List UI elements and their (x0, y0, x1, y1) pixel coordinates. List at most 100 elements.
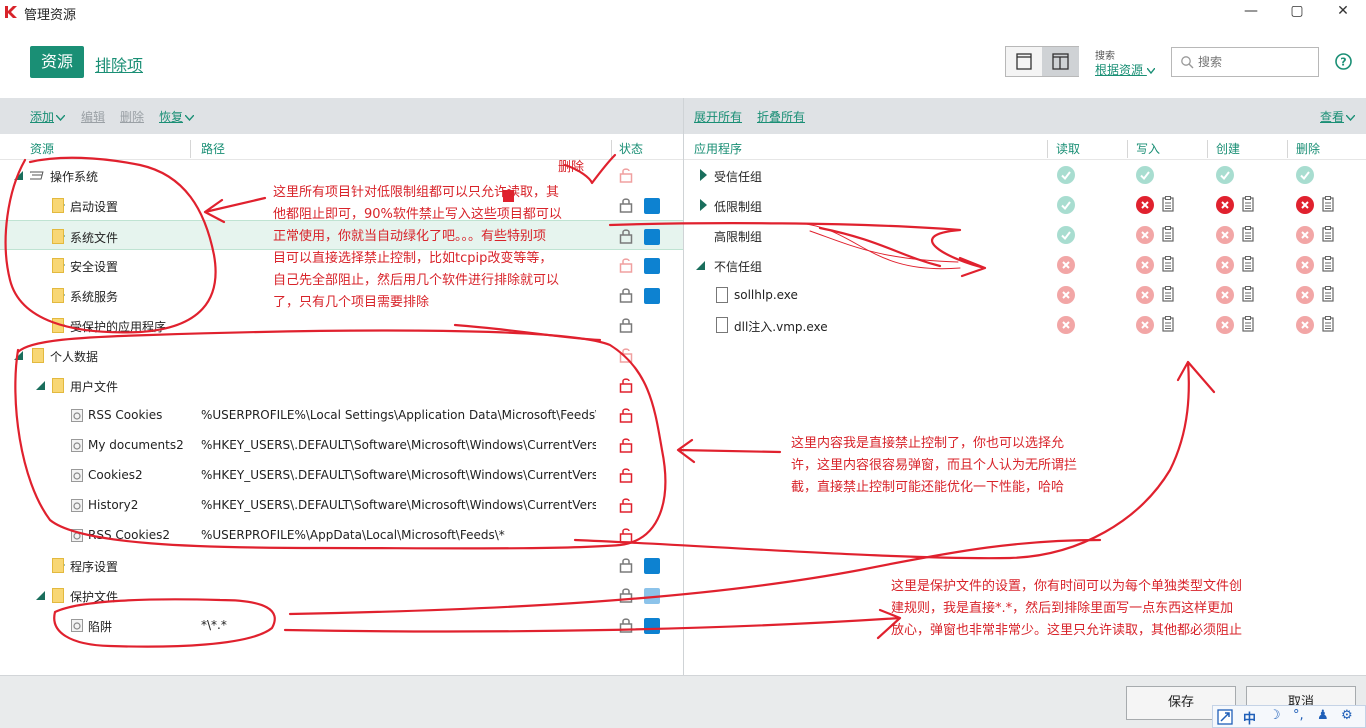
log-clipboard-icon[interactable] (1322, 286, 1334, 302)
allow-icon[interactable] (1216, 166, 1234, 184)
log-clipboard-icon[interactable] (1242, 196, 1254, 212)
deny-icon[interactable] (1296, 256, 1314, 274)
log-clipboard-icon[interactable] (1242, 316, 1254, 332)
allow-icon[interactable] (1057, 226, 1075, 244)
minimize-button[interactable]: — (1228, 0, 1274, 24)
deny-icon[interactable] (1216, 256, 1234, 274)
search-input[interactable] (1198, 53, 1313, 71)
lock-icon[interactable] (619, 317, 633, 333)
expand-all-button[interactable]: 展开所有 (694, 108, 742, 125)
collapse-all-button[interactable]: 折叠所有 (757, 108, 805, 125)
blue-status-square[interactable] (644, 288, 660, 304)
tree-row[interactable]: History2 %HKEY_USERS\.DEFAULT\Software\Mi… (0, 490, 683, 520)
log-clipboard-icon[interactable] (1322, 256, 1334, 272)
tree-row[interactable]: 程序设置 (0, 550, 683, 580)
block-icon[interactable] (1216, 196, 1234, 214)
expand-arrow-icon[interactable] (700, 169, 707, 181)
column-header-read[interactable]: 读取 (1056, 140, 1080, 157)
restore-button[interactable]: 恢复 (159, 108, 195, 125)
tree-row[interactable]: 受保护的应用程序 (0, 310, 683, 340)
lock-icon[interactable] (619, 228, 633, 244)
column-header-resource[interactable]: 资源 (30, 140, 54, 157)
edit-button[interactable]: 编辑 (81, 108, 105, 125)
block-icon[interactable] (1296, 196, 1314, 214)
unlock-icon[interactable] (619, 407, 633, 423)
tab-exclusions[interactable]: 排除项 (95, 52, 143, 76)
log-clipboard-icon[interactable] (1242, 256, 1254, 272)
column-header-status[interactable]: 状态 (619, 140, 643, 157)
lock-icon[interactable] (619, 587, 633, 603)
column-header-path[interactable]: 路径 (201, 140, 225, 157)
log-clipboard-icon[interactable] (1242, 226, 1254, 242)
log-clipboard-icon[interactable] (1322, 316, 1334, 332)
log-clipboard-icon[interactable] (1322, 196, 1334, 212)
close-button[interactable]: ✕ (1320, 0, 1366, 24)
ime-language-toggle[interactable]: 中 (1243, 708, 1256, 727)
tree-row[interactable]: 陷阱 *\*.* (0, 610, 683, 640)
log-clipboard-icon[interactable] (1162, 316, 1174, 332)
blue-status-square[interactable] (644, 558, 660, 574)
tree-row[interactable]: RSS Cookies %USERPROFILE%\Local Settings\… (0, 400, 683, 430)
collapse-arrow-icon[interactable] (14, 351, 23, 360)
unlock-icon[interactable] (619, 167, 633, 183)
column-header-create[interactable]: 创建 (1216, 140, 1240, 157)
block-icon[interactable] (1136, 196, 1154, 214)
lock-icon[interactable] (619, 287, 633, 303)
expand-arrow-icon[interactable] (700, 199, 707, 211)
column-header-app[interactable]: 应用程序 (694, 140, 742, 157)
gear-icon[interactable]: ⚙ (1341, 708, 1353, 723)
tree-row[interactable]: Cookies2 %HKEY_USERS\.DEFAULT\Software\Mi… (0, 460, 683, 490)
app-group-row[interactable]: 不信任组 (684, 250, 1366, 280)
ime-logo-icon[interactable] (1217, 709, 1233, 725)
tab-resources[interactable]: 资源 (30, 46, 84, 78)
log-clipboard-icon[interactable] (1242, 286, 1254, 302)
delete-button[interactable]: 删除 (120, 108, 144, 125)
app-group-row[interactable]: 受信任组 (684, 160, 1366, 190)
collapse-arrow-icon[interactable] (36, 591, 45, 600)
single-pane-view-button[interactable] (1006, 47, 1042, 76)
deny-icon[interactable] (1136, 286, 1154, 304)
tree-row[interactable]: 保护文件 (0, 580, 683, 610)
app-group-row[interactable]: 低限制组 (684, 190, 1366, 220)
blue-status-square[interactable] (644, 258, 660, 274)
deny-icon[interactable] (1057, 316, 1075, 334)
collapse-arrow-icon[interactable] (696, 261, 705, 270)
blue-status-square[interactable] (644, 229, 660, 245)
punctuation-icon[interactable]: °, (1293, 708, 1304, 723)
lock-icon[interactable] (619, 197, 633, 213)
deny-icon[interactable] (1136, 226, 1154, 244)
allow-icon[interactable] (1136, 166, 1154, 184)
log-clipboard-icon[interactable] (1322, 226, 1334, 242)
unlock-icon[interactable] (619, 257, 633, 273)
split-pane-view-button[interactable] (1042, 47, 1079, 76)
search-box[interactable] (1171, 47, 1319, 77)
deny-icon[interactable] (1057, 256, 1075, 274)
search-mode-dropdown[interactable]: 根据资源 (1095, 61, 1156, 78)
deny-icon[interactable] (1216, 286, 1234, 304)
log-clipboard-icon[interactable] (1162, 196, 1174, 212)
allow-icon[interactable] (1296, 166, 1314, 184)
app-group-row[interactable]: 高限制组 (684, 220, 1366, 250)
unlock-icon[interactable] (619, 467, 633, 483)
column-header-write[interactable]: 写入 (1136, 140, 1160, 157)
allow-icon[interactable] (1057, 166, 1075, 184)
column-header-delete[interactable]: 删除 (1296, 140, 1320, 157)
collapse-arrow-icon[interactable] (36, 381, 45, 390)
tree-row[interactable]: RSS Cookies2 %USERPROFILE%\AppData\Local\… (0, 520, 683, 550)
blue-status-square[interactable] (644, 618, 660, 634)
deny-icon[interactable] (1057, 286, 1075, 304)
tree-row[interactable]: 个人数据 (0, 340, 683, 370)
log-clipboard-icon[interactable] (1162, 226, 1174, 242)
deny-icon[interactable] (1216, 316, 1234, 334)
app-group-row[interactable]: sollhlp.exe (684, 280, 1366, 310)
blue-status-square[interactable] (644, 588, 660, 604)
unlock-icon[interactable] (619, 377, 633, 393)
deny-icon[interactable] (1136, 256, 1154, 274)
lock-icon[interactable] (619, 557, 633, 573)
unlock-icon[interactable] (619, 437, 633, 453)
unlock-icon[interactable] (619, 497, 633, 513)
app-group-row[interactable]: dll注入.vmp.exe (684, 310, 1366, 340)
tree-row[interactable]: My documents2 %HKEY_USERS\.DEFAULT\Softwa… (0, 430, 683, 460)
log-clipboard-icon[interactable] (1162, 256, 1174, 272)
unlock-icon[interactable] (619, 527, 633, 543)
